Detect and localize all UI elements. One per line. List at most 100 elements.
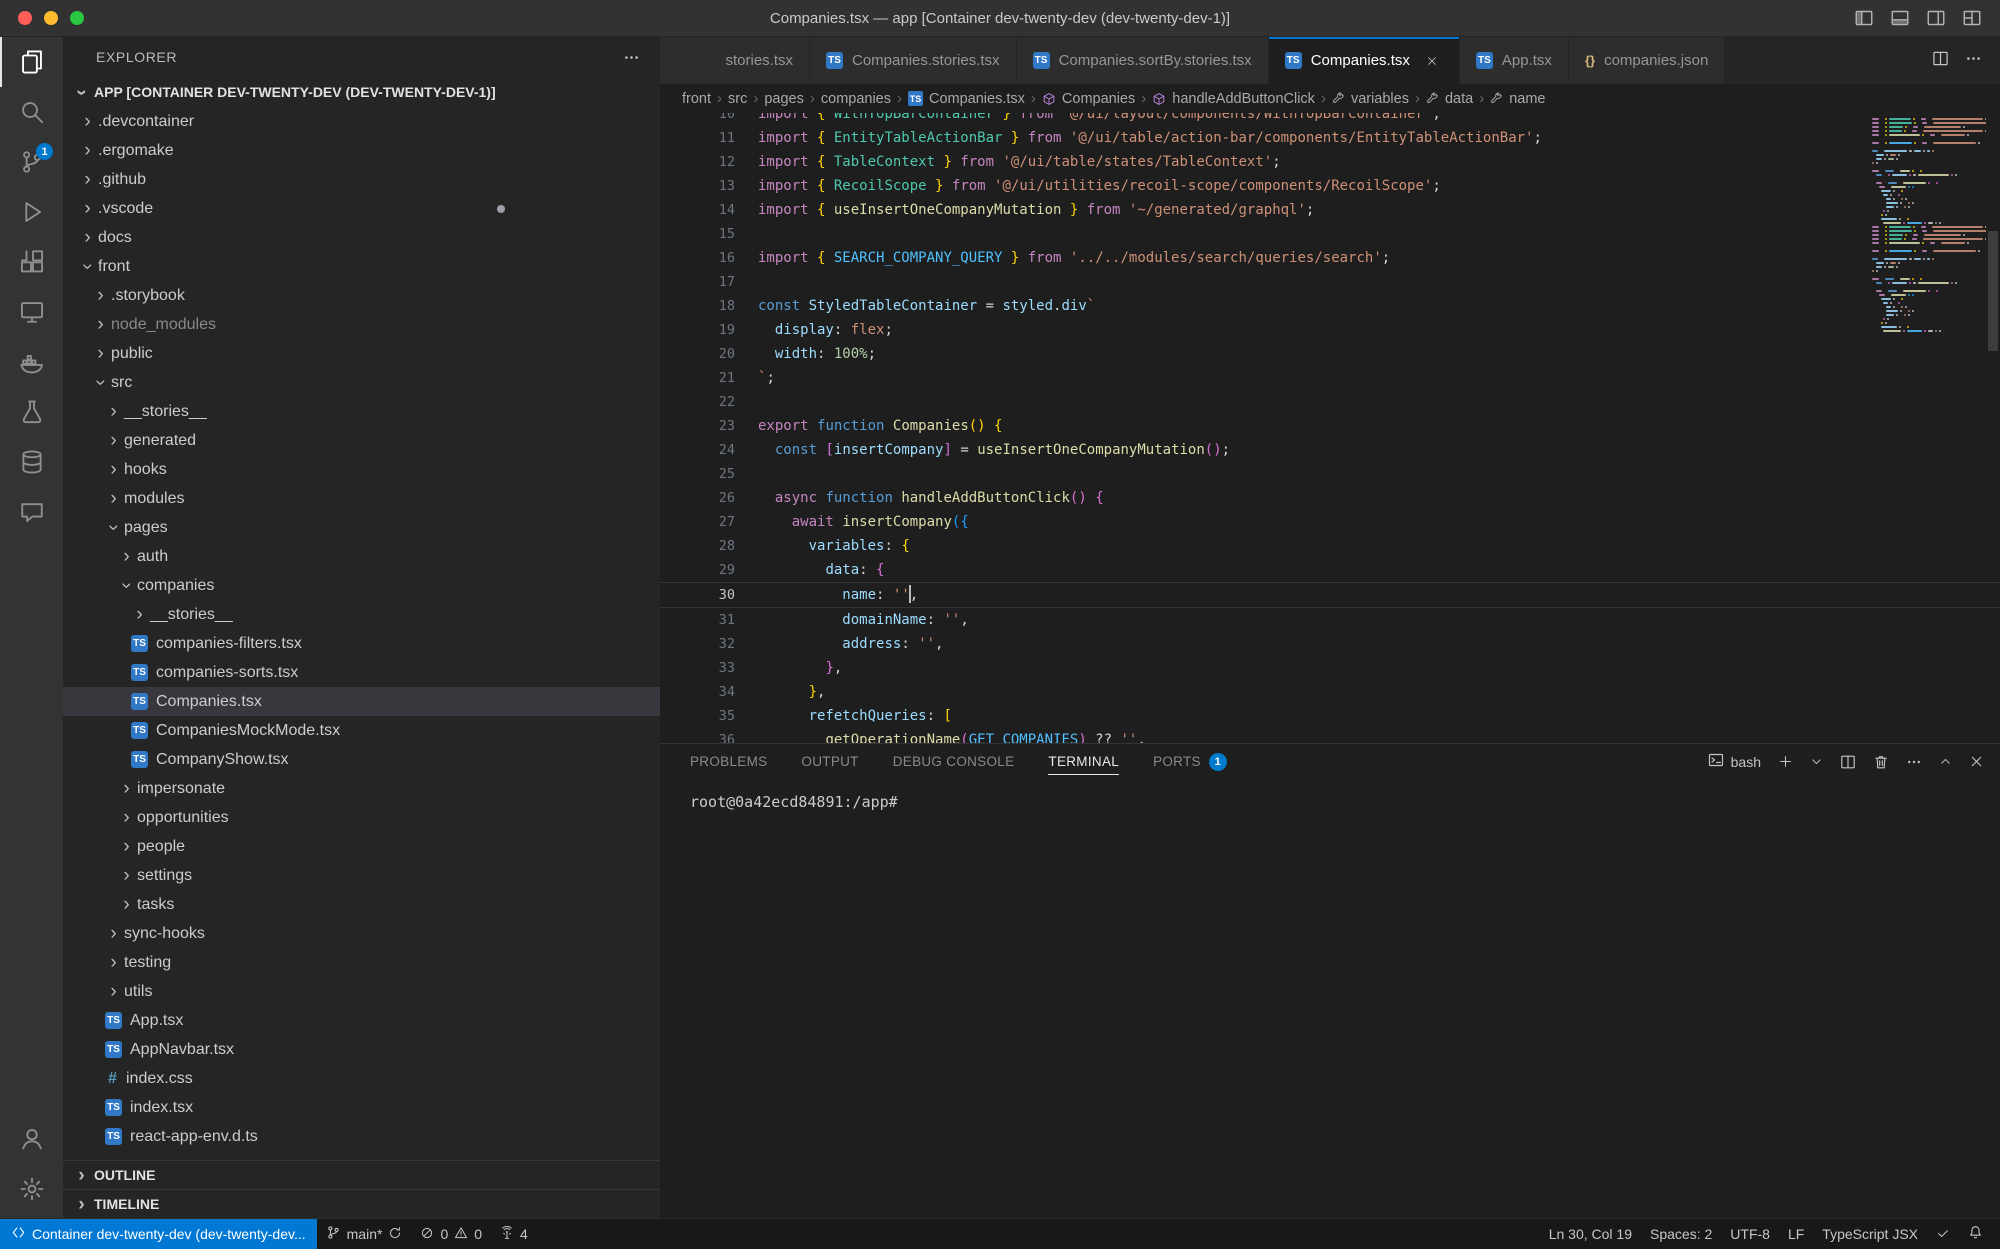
- tree-item-companies-sorts-tsx[interactable]: TScompanies-sorts.tsx: [63, 658, 660, 687]
- encoding-status[interactable]: UTF-8: [1721, 1219, 1779, 1249]
- activity-explorer[interactable]: [0, 37, 63, 87]
- line-number[interactable]: 27: [660, 514, 735, 530]
- tree-item-testing[interactable]: ›testing: [63, 948, 660, 977]
- line-number[interactable]: 28: [660, 538, 735, 554]
- code-line-10[interactable]: 10import { WithTopBarContainer } from '@…: [660, 113, 2000, 126]
- activity-accounts[interactable]: [0, 1114, 63, 1164]
- line-number[interactable]: 24: [660, 442, 735, 458]
- code-line-18[interactable]: 18const StyledTableContainer = styled.di…: [660, 294, 2000, 318]
- language-mode-status[interactable]: TypeScript JSX: [1813, 1219, 1927, 1249]
- minimap[interactable]: [1872, 113, 1986, 334]
- line-number[interactable]: 35: [660, 708, 735, 724]
- line-number[interactable]: 11: [660, 130, 735, 146]
- tree-item-app-tsx[interactable]: TSApp.tsx: [63, 1006, 660, 1035]
- code-line-13[interactable]: 13import { RecoilScope } from '@/ui/util…: [660, 174, 2000, 198]
- breadcrumb-item-name[interactable]: name: [1490, 91, 1545, 107]
- tree-item-hooks[interactable]: ›hooks: [63, 455, 660, 484]
- panel-tab-debug-console[interactable]: DEBUG CONSOLE: [893, 744, 1015, 779]
- line-number[interactable]: 23: [660, 418, 735, 434]
- line-number[interactable]: 30: [660, 587, 735, 603]
- notifications-status[interactable]: [1959, 1219, 1992, 1249]
- tree-item-auth[interactable]: ›auth: [63, 542, 660, 571]
- sync-changes-icon[interactable]: [388, 1226, 402, 1243]
- tree-item-companies[interactable]: ›companies: [63, 571, 660, 600]
- forwarded-ports-status[interactable]: 4: [491, 1219, 537, 1249]
- code-line-11[interactable]: 11import { EntityTableActionBar } from '…: [660, 126, 2000, 150]
- code-line-28[interactable]: 28 variables: {: [660, 534, 2000, 558]
- tree-item-node-modules[interactable]: ›node_modules: [63, 310, 660, 339]
- customize-layout-icon[interactable]: [1962, 8, 1982, 28]
- tree-item-tasks[interactable]: ›tasks: [63, 890, 660, 919]
- breadcrumb-item-companies[interactable]: Companies: [1042, 91, 1135, 107]
- line-number[interactable]: 17: [660, 274, 735, 290]
- line-number[interactable]: 34: [660, 684, 735, 700]
- breadcrumb-item-handleaddbuttonclick[interactable]: handleAddButtonClick: [1152, 91, 1315, 107]
- line-number[interactable]: 13: [660, 178, 735, 194]
- terminal-dropdown-icon[interactable]: [1810, 755, 1823, 768]
- tree-item-public[interactable]: ›public: [63, 339, 660, 368]
- code-editor[interactable]: 10import { WithTopBarContainer } from '@…: [660, 113, 2000, 743]
- code-line-14[interactable]: 14import { useInsertOneCompanyMutation }…: [660, 198, 2000, 222]
- tree-item-react-app-env-d-ts[interactable]: TSreact-app-env.d.ts: [63, 1122, 660, 1151]
- scrollbar-thumb[interactable]: [1988, 231, 1998, 351]
- zoom-window-button[interactable]: [70, 11, 84, 25]
- tree-item-settings[interactable]: ›settings: [63, 861, 660, 890]
- code-line-30[interactable]: 30 name: '',: [660, 582, 2000, 608]
- line-number[interactable]: 19: [660, 322, 735, 338]
- tree-item-src[interactable]: ›src: [63, 368, 660, 397]
- tree-item-companiesmockmode-tsx[interactable]: TSCompaniesMockMode.tsx: [63, 716, 660, 745]
- line-number[interactable]: 15: [660, 226, 735, 242]
- kill-terminal-icon[interactable]: [1873, 754, 1889, 770]
- more-actions-icon[interactable]: [1965, 50, 1982, 72]
- explorer-section-header[interactable]: › APP [CONTAINER DEV-TWENTY-DEV (DEV-TWE…: [63, 77, 660, 107]
- terminal-output[interactable]: root@0a42ecd84891:/app#: [660, 779, 2000, 1221]
- views-and-more-actions-icon[interactable]: [623, 49, 640, 66]
- code-line-23[interactable]: 23export function Companies() {: [660, 414, 2000, 438]
- tab-companies-stories-tsx[interactable]: TSCompanies.stories.tsx: [810, 37, 1017, 84]
- tree-item-ergomake[interactable]: ›.ergomake: [63, 136, 660, 165]
- line-number[interactable]: 29: [660, 562, 735, 578]
- remote-indicator[interactable]: Container dev-twenty-dev (dev-twenty-dev…: [0, 1219, 317, 1249]
- line-number[interactable]: 32: [660, 636, 735, 652]
- activity-database[interactable]: [0, 437, 63, 487]
- line-number[interactable]: 16: [660, 250, 735, 266]
- git-branch-status[interactable]: main*: [317, 1219, 412, 1249]
- tree-item-devcontainer[interactable]: ›.devcontainer: [63, 107, 660, 136]
- tree-item-github[interactable]: ›.github: [63, 165, 660, 194]
- tree-item-vscode[interactable]: ›.vscode: [63, 194, 660, 223]
- tab-stories-tsx[interactable]: stories.tsx: [660, 37, 810, 84]
- breadcrumb-item-variables[interactable]: variables: [1332, 91, 1409, 107]
- toggle-primary-sidebar-icon[interactable]: [1854, 8, 1874, 28]
- split-terminal-icon[interactable]: [1840, 754, 1856, 770]
- shell-selector[interactable]: bash: [1708, 752, 1761, 771]
- panel-tab-terminal[interactable]: TERMINAL: [1048, 744, 1119, 779]
- tree-item-people[interactable]: ›people: [63, 832, 660, 861]
- activity-remote-explorer[interactable]: [0, 287, 63, 337]
- line-number[interactable]: 21: [660, 370, 735, 386]
- tree-item-index-tsx[interactable]: TSindex.tsx: [63, 1093, 660, 1122]
- tree-item-impersonate[interactable]: ›impersonate: [63, 774, 660, 803]
- line-number[interactable]: 36: [660, 732, 735, 743]
- line-number[interactable]: 26: [660, 490, 735, 506]
- line-number[interactable]: 22: [660, 394, 735, 410]
- code-line-35[interactable]: 35 refetchQueries: [: [660, 704, 2000, 728]
- tab-companies-tsx[interactable]: TSCompanies.tsx: [1269, 37, 1460, 84]
- cursor-position-status[interactable]: Ln 30, Col 19: [1540, 1219, 1641, 1249]
- line-number[interactable]: 18: [660, 298, 735, 314]
- toggle-secondary-sidebar-icon[interactable]: [1926, 8, 1946, 28]
- code-line-17[interactable]: 17: [660, 270, 2000, 294]
- breadcrumb-item-companies-tsx[interactable]: TSCompanies.tsx: [908, 91, 1025, 107]
- breadcrumb-item-pages[interactable]: pages: [764, 91, 804, 107]
- line-number[interactable]: 14: [660, 202, 735, 218]
- activity-live-share[interactable]: [0, 487, 63, 537]
- code-line-25[interactable]: 25: [660, 462, 2000, 486]
- code-line-27[interactable]: 27 await insertCompany({: [660, 510, 2000, 534]
- code-line-24[interactable]: 24 const [insertCompany] = useInsertOneC…: [660, 438, 2000, 462]
- code-line-16[interactable]: 16import { SEARCH_COMPANY_QUERY } from '…: [660, 246, 2000, 270]
- code-line-19[interactable]: 19 display: flex;: [660, 318, 2000, 342]
- panel-tab-output[interactable]: OUTPUT: [801, 744, 858, 779]
- tree-item-companies-filters-tsx[interactable]: TScompanies-filters.tsx: [63, 629, 660, 658]
- tree-item-storybook[interactable]: ›.storybook: [63, 281, 660, 310]
- minimize-window-button[interactable]: [44, 11, 58, 25]
- code-line-32[interactable]: 32 address: '',: [660, 632, 2000, 656]
